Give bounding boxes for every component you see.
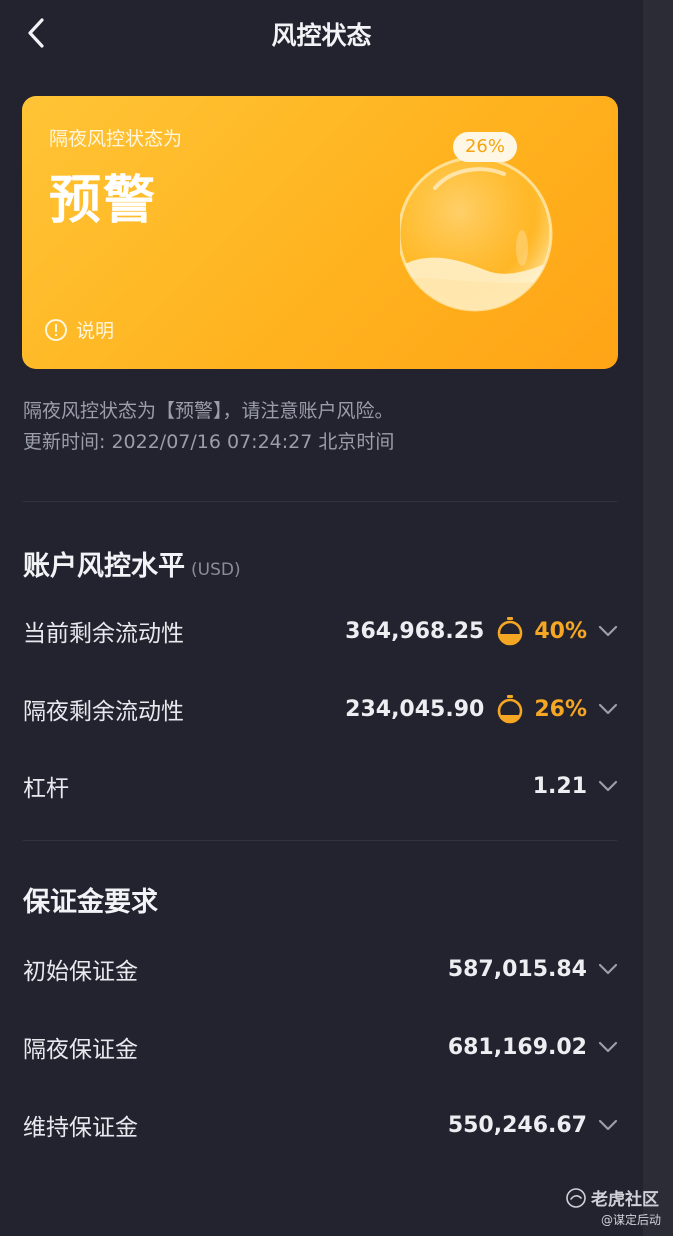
liquidity-percent: 26% [534,696,587,722]
right-edge-strip [643,0,673,1236]
row-label: 杠杆 [23,776,69,802]
chevron-down-icon[interactable] [597,1041,619,1053]
row-initial-margin[interactable]: 初始保证金 587,015.84 [23,944,619,994]
explain-label: 说明 [76,320,115,342]
row-value: 364,968.25 [345,618,485,644]
row-label: 隔夜保证金 [23,1037,138,1063]
row-label: 维持保证金 [23,1115,138,1141]
notice-line-update-time: 更新时间: 2022/07/16 07:24:27 北京时间 [23,431,395,453]
timer-gauge-icon [496,616,524,646]
row-value: 681,169.02 [447,1034,587,1060]
risk-status-card: 隔夜风控状态为 预警 26% 说明 [22,96,618,369]
row-label: 初始保证金 [23,959,138,985]
chevron-down-icon[interactable] [597,1119,619,1131]
watermark-author: @谋定后动 [601,1213,662,1227]
row-label: 隔夜剩余流动性 [23,699,184,725]
notice-line-status: 隔夜风控状态为【预警】，请注意账户风险。 [23,400,394,422]
row-label: 当前剩余流动性 [23,621,184,647]
row-overnight-margin[interactable]: 隔夜保证金 681,169.02 [23,1022,619,1072]
watermark-brand: 老虎社区 [591,1190,659,1210]
row-leverage[interactable]: 杠杆 1.21 [23,761,619,811]
divider [23,501,617,502]
info-circle-icon [45,318,67,341]
liquidity-bubble: 26% [400,130,565,315]
explain-link[interactable]: 说明 [44,316,114,343]
header: 风控状态 [0,0,643,68]
row-value: 234,045.90 [345,696,485,722]
card-status-text: 预警 [49,171,158,231]
page-title: 风控状态 [271,21,372,50]
bubble-percent-badge: 26% [453,132,517,162]
risk-section-title: 账户风控水平 (USD) [23,544,241,583]
liquidity-percent: 40% [534,618,587,644]
chevron-down-icon[interactable] [597,703,619,715]
chevron-down-icon[interactable] [597,963,619,975]
row-maintenance-margin[interactable]: 维持保证金 550,246.67 [23,1100,619,1150]
community-watermark: 老虎社区 @谋定后动 [563,1183,673,1233]
row-value: 550,246.67 [447,1112,587,1138]
card-subtitle: 隔夜风控状态为 [49,128,183,150]
timer-gauge-icon [496,694,524,724]
row-overnight-excess-liquidity[interactable]: 隔夜剩余流动性 234,045.90 26% [23,684,619,734]
chevron-down-icon[interactable] [597,780,619,792]
divider [23,840,617,841]
row-value: 1.21 [532,773,587,799]
chevron-down-icon[interactable] [597,625,619,637]
margin-section-title: 保证金要求 [23,887,158,918]
row-current-excess-liquidity[interactable]: 当前剩余流动性 364,968.25 40% [23,606,619,656]
currency-unit: (USD) [191,560,241,580]
risk-section-title-text: 账户风控水平 [23,551,185,582]
status-notice: 隔夜风控状态为【预警】，请注意账户风险。 更新时间: 2022/07/16 07… [23,396,394,458]
row-value: 587,015.84 [447,956,587,982]
tiger-logo-icon [566,1188,586,1208]
